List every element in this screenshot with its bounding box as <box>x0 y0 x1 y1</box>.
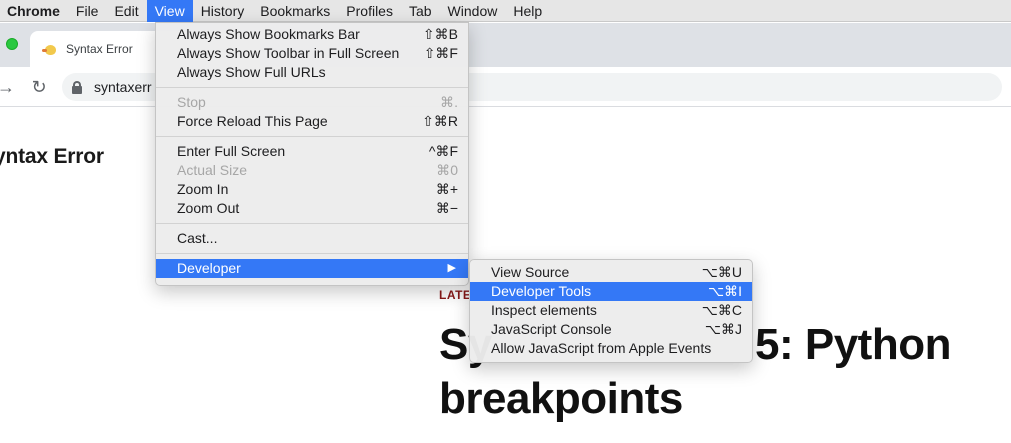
menu-help[interactable]: Help <box>505 0 550 22</box>
menu-item-javascript-console[interactable]: JavaScript Console ⌥⌘J <box>470 320 752 339</box>
browser-toolbar: → ↻ syntaxerr <box>0 67 1011 107</box>
menu-item-enter-full-screen[interactable]: Enter Full Screen ^⌘F <box>156 142 468 161</box>
submenu-arrow-icon: ▶ <box>447 262 456 274</box>
shortcut-label: ⌥⌘U <box>701 264 742 280</box>
shortcut-label: ⌘. <box>440 94 458 110</box>
menu-separator <box>156 136 468 137</box>
menu-item-force-reload[interactable]: Force Reload This Page ⇧⌘R <box>156 112 468 131</box>
menu-item-zoom-out[interactable]: Zoom Out ⌘− <box>156 199 468 218</box>
tab-strip: Syntax Error <box>0 23 1011 67</box>
menu-item-always-show-toolbar[interactable]: Always Show Toolbar in Full Screen ⇧⌘F <box>156 44 468 63</box>
url-text: syntaxerr <box>94 79 152 95</box>
shortcut-label: ⌥⌘J <box>704 321 742 337</box>
menu-item-always-show-bookmarks-bar[interactable]: Always Show Bookmarks Bar ⇧⌘B <box>156 25 468 44</box>
menu-history[interactable]: History <box>193 0 253 22</box>
menu-item-always-show-full-urls[interactable]: Always Show Full URLs <box>156 63 468 82</box>
post-title-line2: breakpoints <box>439 374 683 423</box>
menu-file[interactable]: File <box>68 0 107 22</box>
shortcut-label: ⌘+ <box>435 181 458 197</box>
lock-icon[interactable] <box>72 80 82 94</box>
menu-bar: Chrome File Edit View History Bookmarks … <box>0 0 1011 22</box>
menu-item-developer-tools[interactable]: Developer Tools ⌥⌘I <box>470 282 752 301</box>
developer-submenu: View Source ⌥⌘U Developer Tools ⌥⌘I Insp… <box>469 259 753 363</box>
menu-item-inspect-elements[interactable]: Inspect elements ⌥⌘C <box>470 301 752 320</box>
menu-tab[interactable]: Tab <box>401 0 440 22</box>
post-title-end: 5: Python <box>755 320 951 369</box>
shortcut-label: ⇧⌘R <box>422 113 458 129</box>
shortcut-label: ⌘− <box>435 200 458 216</box>
tab-title: Syntax Error <box>66 42 133 56</box>
menu-item-view-source[interactable]: View Source ⌥⌘U <box>470 263 752 282</box>
menu-chrome[interactable]: Chrome <box>0 0 68 22</box>
menu-item-developer[interactable]: Developer ▶ <box>156 259 468 278</box>
duck-icon <box>42 41 58 57</box>
shortcut-label: ⌘0 <box>436 162 458 178</box>
menu-window[interactable]: Window <box>440 0 506 22</box>
shortcut-label: ⇧⌘B <box>422 26 458 42</box>
menu-item-actual-size: Actual Size ⌘0 <box>177 162 458 178</box>
site-title[interactable]: yntax Error <box>0 145 104 169</box>
menu-bookmarks[interactable]: Bookmarks <box>252 0 338 22</box>
menu-separator <box>156 253 468 254</box>
menu-profiles[interactable]: Profiles <box>338 0 401 22</box>
shortcut-label: ⇧⌘F <box>423 45 458 61</box>
reload-icon[interactable]: ↻ <box>29 77 49 97</box>
menu-separator <box>156 223 468 224</box>
menu-item-stop: Stop ⌘. <box>177 94 458 110</box>
menu-item-zoom-in[interactable]: Zoom In ⌘+ <box>156 180 468 199</box>
shortcut-label: ⌥⌘C <box>701 302 742 318</box>
menu-item-cast[interactable]: Cast... <box>156 229 468 248</box>
menu-view[interactable]: View <box>146 0 193 22</box>
shortcut-label: ⌥⌘I <box>707 283 742 299</box>
menu-separator <box>156 87 468 88</box>
shortcut-label: ^⌘F <box>428 143 458 159</box>
latest-label: LATE <box>439 288 472 302</box>
maximize-button[interactable] <box>6 38 18 50</box>
forward-arrow-icon[interactable]: → <box>0 77 16 97</box>
menu-edit[interactable]: Edit <box>106 0 146 22</box>
view-menu: Always Show Bookmarks Bar ⇧⌘B Always Sho… <box>155 22 469 286</box>
menu-item-allow-javascript-apple-events[interactable]: Allow JavaScript from Apple Events <box>470 339 752 358</box>
